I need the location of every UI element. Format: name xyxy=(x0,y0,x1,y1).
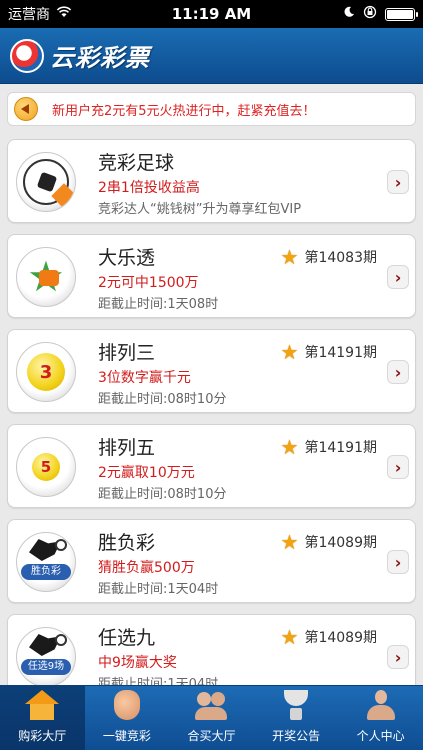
tab-label: 购彩大厅 xyxy=(18,729,67,743)
trophy-icon xyxy=(279,689,313,721)
soccer-ball-icon xyxy=(16,152,76,212)
player-icon: 胜负彩 xyxy=(16,532,76,592)
chevron-right-icon[interactable]: › xyxy=(387,550,409,574)
person-icon xyxy=(364,689,398,721)
game-name: 排列三 xyxy=(98,342,156,364)
rotation-lock-icon xyxy=(363,5,377,23)
issue-number: 第14083期 xyxy=(304,250,377,266)
app-header: 云彩彩票 xyxy=(0,28,423,84)
issue-group: ★ 第14191期 xyxy=(281,342,377,362)
moon-icon xyxy=(343,6,355,22)
status-bar: 运营商 11:19 AM xyxy=(0,0,423,28)
issue-group: ★ 第14089期 xyxy=(281,627,377,647)
chevron-right-icon[interactable]: › xyxy=(387,265,409,289)
money-bag-icon xyxy=(110,689,144,721)
ball-3-icon: 3 xyxy=(16,342,76,402)
badge-number: 5 xyxy=(32,453,60,481)
issue-number: 第14191期 xyxy=(304,345,377,361)
game-deadline: 距截止时间:08时10分 xyxy=(98,392,227,407)
game-name: 排列五 xyxy=(98,437,156,459)
tab-bar: 购彩大厅 一键竞彩 合买大厅 开奖公告 个人中心 xyxy=(0,685,423,750)
star-logo-icon: ★ xyxy=(16,247,76,307)
app-logo-icon xyxy=(10,38,44,73)
issue-group: ★ 第14191期 xyxy=(281,437,377,457)
tab-label: 合买大厅 xyxy=(187,729,236,743)
game-name: 大乐透 xyxy=(98,247,156,269)
game-promo: 2元赢取10万元 xyxy=(98,465,195,481)
wifi-icon xyxy=(56,6,72,22)
star-icon: ★ xyxy=(280,530,299,554)
tab-label: 开奖公告 xyxy=(272,729,321,743)
game-card-dlt[interactable]: ★ 大乐透 ★ 第14083期 2元可中1500万 距截止时间:1天08时 › xyxy=(7,234,416,318)
carrier-group: 运营商 xyxy=(8,4,72,24)
chevron-right-icon[interactable]: › xyxy=(387,455,409,479)
badge-number: 3 xyxy=(27,353,65,391)
issue-group: ★ 第14089期 xyxy=(281,532,377,552)
game-deadline: 距截止时间:08时10分 xyxy=(98,487,227,502)
battery-icon xyxy=(385,7,418,21)
people-icon xyxy=(194,689,228,721)
tab-label: 一键竞彩 xyxy=(102,729,151,743)
chevron-right-icon[interactable]: › xyxy=(387,645,409,669)
tab-results[interactable]: 开奖公告 xyxy=(254,686,339,750)
game-subtitle: 竞彩达人“姚钱树”升为尊享红包VIP xyxy=(98,202,302,217)
chevron-right-icon[interactable]: › xyxy=(387,360,409,384)
app-logo-text: 云彩彩票 xyxy=(50,44,150,72)
issue-number: 第14191期 xyxy=(304,440,377,456)
house-icon xyxy=(25,689,60,721)
game-card-pl5[interactable]: 5 排列五 ★ 第14191期 2元赢取10万元 距截止时间:08时10分 › xyxy=(7,424,416,508)
tab-lottery-hall[interactable]: 购彩大厅 xyxy=(0,686,85,750)
game-card-jczq[interactable]: 竞彩足球 2串1倍投收益高 竞彩达人“姚钱树”升为尊享红包VIP › xyxy=(7,139,416,223)
star-icon: ★ xyxy=(280,245,299,269)
game-name: 胜负彩 xyxy=(98,532,156,554)
tab-quick-bet[interactable]: 一键竞彩 xyxy=(85,686,170,750)
tab-profile[interactable]: 个人中心 xyxy=(338,686,423,750)
tab-label: 个人中心 xyxy=(356,729,405,743)
tab-group-buy[interactable]: 合买大厅 xyxy=(169,686,254,750)
game-name: 竞彩足球 xyxy=(98,152,175,174)
chevron-right-icon[interactable]: › xyxy=(387,170,409,194)
game-promo: 3位数字赢千元 xyxy=(98,370,191,386)
ball-5-icon: 5 xyxy=(16,437,76,497)
issue-group: ★ 第14083期 xyxy=(281,247,377,267)
carrier-label: 运营商 xyxy=(8,7,50,23)
badge-label: 任选9场 xyxy=(21,659,71,675)
game-deadline: 距截止时间:1天04时 xyxy=(98,582,219,597)
star-icon: ★ xyxy=(280,340,299,364)
speaker-icon xyxy=(14,97,38,121)
game-promo: 中9场赢大奖 xyxy=(98,655,177,671)
issue-number: 第14089期 xyxy=(304,630,377,646)
status-right xyxy=(343,5,418,23)
notice-text: 新用户充2元有5元火热进行中，赶紧充值去！ xyxy=(52,103,316,119)
game-card-sfc[interactable]: 胜负彩 胜负彩 ★ 第14089期 猜胜负赢500万 距截止时间:1天04时 › xyxy=(7,519,416,603)
game-promo: 猜胜负赢500万 xyxy=(98,560,195,576)
badge-label: 胜负彩 xyxy=(21,564,71,580)
player-icon: 任选9场 xyxy=(16,627,76,687)
game-promo: 2串1倍投收益高 xyxy=(98,180,200,196)
star-icon: ★ xyxy=(280,435,299,459)
game-deadline: 距截止时间:1天08时 xyxy=(98,297,219,312)
game-promo: 2元可中1500万 xyxy=(98,275,199,291)
issue-number: 第14089期 xyxy=(304,535,377,551)
game-name: 任选九 xyxy=(98,627,156,649)
promo-notice[interactable]: 新用户充2元有5元火热进行中，赶紧充值去！ xyxy=(7,92,416,126)
game-card-pl3[interactable]: 3 排列三 ★ 第14191期 3位数字赢千元 距截止时间:08时10分 › xyxy=(7,329,416,413)
star-icon: ★ xyxy=(280,625,299,649)
